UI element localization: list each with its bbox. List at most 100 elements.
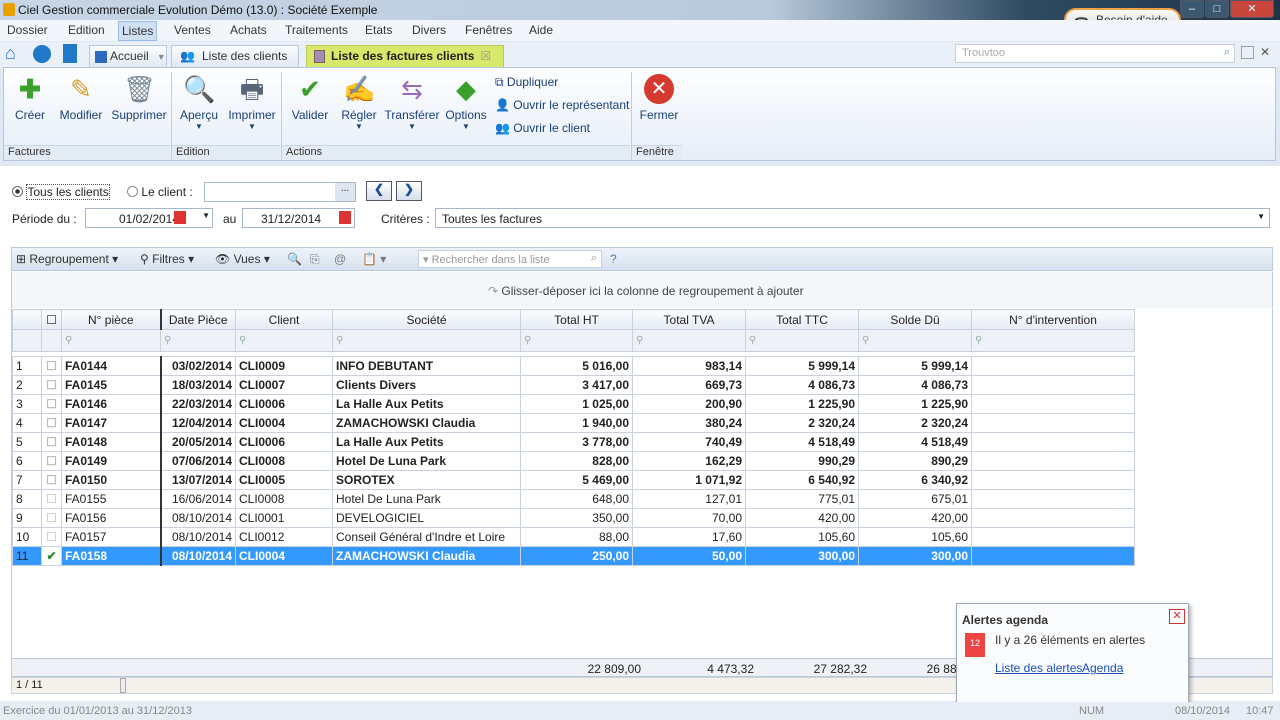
col-solde[interactable]: Solde Dû — [859, 310, 972, 330]
menu-ventes[interactable]: Ventes — [171, 23, 214, 37]
menu-traitements[interactable]: Traitements — [282, 23, 351, 37]
group-drop-area[interactable]: ↷ Glisser-déposer ici la colonne de regr… — [11, 272, 1273, 308]
filter-icon[interactable]: ⚲ — [746, 330, 859, 352]
client-field[interactable]: ... — [204, 182, 356, 202]
scrollbar-thumb[interactable] — [120, 678, 126, 693]
email-icon[interactable]: @ — [334, 252, 346, 266]
filter-icon[interactable]: ⚲ — [161, 330, 236, 352]
menu-listes[interactable]: Listes — [118, 21, 157, 41]
row-checkbox[interactable]: ☐ — [42, 452, 62, 471]
calendar-icon[interactable] — [339, 211, 351, 224]
open-client-button[interactable]: 👥 Ouvrir le client — [495, 121, 590, 135]
chevron-down-icon[interactable]: ▼ — [157, 52, 166, 62]
all-clients-radio[interactable]: Tous les clients — [12, 185, 110, 199]
row-checkbox[interactable]: ☐ — [42, 509, 62, 528]
minimize-button[interactable]: – — [1180, 0, 1204, 18]
home-icon[interactable]: ⌂ — [5, 43, 16, 64]
row-checkbox[interactable]: ☐ — [42, 376, 62, 395]
close-tab-icon[interactable]: ☒ — [480, 49, 491, 63]
close-alert-icon[interactable]: ✕ — [1169, 609, 1185, 624]
modify-button[interactable]: ✎Modifier — [56, 74, 106, 122]
row-checkbox[interactable]: ☐ — [42, 414, 62, 433]
options-button[interactable]: ◆Options▼ — [444, 74, 488, 131]
preview-icon[interactable]: 🔍 — [287, 252, 302, 266]
close-button[interactable]: ✕Fermer — [636, 74, 682, 122]
menu-etats[interactable]: Etats — [362, 23, 395, 37]
table-row[interactable]: 7☐FA015013/07/2014CLI0005SOROTEX5 469,00… — [13, 471, 1135, 490]
row-checkbox[interactable]: ☐ — [42, 490, 62, 509]
search-icon[interactable]: ⌕ — [591, 252, 597, 265]
date-to-field[interactable]: 31/12/2014 — [242, 208, 355, 228]
row-checkbox[interactable]: ☐ — [42, 357, 62, 376]
create-button[interactable]: ✚Créer — [10, 74, 50, 122]
validate-button[interactable]: ✔Valider — [288, 74, 332, 122]
previous-client-button[interactable]: ❮ — [366, 181, 392, 201]
print-button[interactable]: 🖶Imprimer▼ — [225, 74, 279, 131]
filter-icon[interactable]: ⚲ — [972, 330, 1135, 352]
close-window-button[interactable]: ✕ — [1230, 0, 1274, 18]
table-row[interactable]: 1☐FA014403/02/2014CLI0009INFO DEBUTANT5 … — [13, 357, 1135, 376]
settle-button[interactable]: ✍Régler▼ — [337, 74, 381, 131]
col-total-ttc[interactable]: Total TTC — [746, 310, 859, 330]
search-icon[interactable]: ⌕ — [1224, 46, 1230, 59]
restore-icon[interactable] — [1241, 46, 1254, 59]
help-link[interactable]: ? — [610, 252, 617, 266]
table-row[interactable]: 6☐FA014907/06/2014CLI0008Hotel De Luna P… — [13, 452, 1135, 471]
delete-button[interactable]: 🗑Supprimer — [109, 74, 169, 122]
filter-icon[interactable]: ⚲ — [521, 330, 633, 352]
menu-edition[interactable]: Edition — [65, 23, 108, 37]
filter-icon[interactable]: ⚲ — [236, 330, 333, 352]
open-representative-button[interactable]: 👤 Ouvrir le représentant — [495, 98, 629, 112]
views-button[interactable]: 👁 Vues ▾ — [215, 252, 270, 266]
menu-achats[interactable]: Achats — [227, 23, 270, 37]
grouping-button[interactable]: ⊞ Regroupement ▾ — [16, 252, 118, 266]
chart-pie-icon[interactable] — [33, 45, 51, 63]
next-client-button[interactable]: ❯ — [396, 181, 422, 201]
maximize-button[interactable]: □ — [1205, 0, 1229, 18]
col-total-ht[interactable]: Total HT — [521, 310, 633, 330]
table-row[interactable]: 5☐FA014820/05/2014CLI0006La Halle Aux Pe… — [13, 433, 1135, 452]
browse-button[interactable]: ... — [335, 183, 355, 201]
row-checkbox[interactable]: ☐ — [42, 433, 62, 452]
search-input[interactable]: Trouvtoo⌕ — [955, 44, 1235, 63]
filter-icon[interactable]: ⚲ — [633, 330, 746, 352]
col-piece[interactable]: N° pièce — [62, 310, 161, 330]
chevron-down-icon[interactable]: ▼ — [202, 211, 210, 220]
alerts-list-link[interactable]: Liste des alertes — [995, 661, 1082, 675]
col-total-tva[interactable]: Total TVA — [633, 310, 746, 330]
menu-fenetres[interactable]: Fenêtres — [462, 23, 515, 37]
row-checkbox[interactable]: ✔ — [42, 547, 62, 566]
tab-invoices[interactable]: Liste des factures clients☒ — [306, 45, 504, 67]
col-check[interactable]: ☐ — [42, 310, 62, 330]
agenda-link[interactable]: Agenda — [1082, 661, 1123, 675]
calendar-icon[interactable] — [174, 211, 186, 224]
table-row[interactable]: 3☐FA014622/03/2014CLI0006La Halle Aux Pe… — [13, 395, 1135, 414]
col-intervention[interactable]: N° d'intervention — [972, 310, 1135, 330]
filters-button[interactable]: ⚲ Filtres ▾ — [140, 252, 194, 266]
table-row[interactable]: 10☐FA015708/10/2014CLI0012Conseil Généra… — [13, 528, 1135, 547]
export-icon[interactable]: ⎘ — [310, 252, 320, 267]
tab-clients[interactable]: 👥Liste des clients — [171, 45, 299, 67]
filter-icon[interactable]: ⚲ — [62, 330, 161, 352]
col-date[interactable]: Date Pièce — [161, 310, 236, 330]
filter-icon[interactable]: ⚲ — [333, 330, 521, 352]
list-search-input[interactable]: ▾ Rechercher dans la liste⌕ — [418, 250, 602, 268]
date-from-field[interactable]: 01/02/2014▼ — [85, 208, 213, 228]
row-checkbox[interactable]: ☐ — [42, 395, 62, 414]
close-doc-icon[interactable]: ✕ — [1260, 45, 1270, 59]
menu-dossier[interactable]: Dossier — [4, 23, 51, 37]
clipboard-icon[interactable]: 📋 ▾ — [362, 252, 386, 266]
row-checkbox[interactable]: ☐ — [42, 528, 62, 547]
col-societe[interactable]: Société — [333, 310, 521, 330]
table-row[interactable]: 4☐FA014712/04/2014CLI0004ZAMACHOWSKI Cla… — [13, 414, 1135, 433]
table-row[interactable]: 2☐FA014518/03/2014CLI0007Clients Divers3… — [13, 376, 1135, 395]
preview-button[interactable]: 🔍Aperçu▼ — [177, 74, 221, 131]
menu-divers[interactable]: Divers — [409, 23, 449, 37]
menu-aide[interactable]: Aide — [526, 23, 556, 37]
filter-icon[interactable]: ⚲ — [859, 330, 972, 352]
duplicate-button[interactable]: ⧉ Dupliquer — [495, 75, 558, 90]
client-radio[interactable]: Le client : — [127, 185, 193, 199]
row-checkbox[interactable]: ☐ — [42, 471, 62, 490]
criteria-select[interactable]: Toutes les factures▼ — [435, 208, 1270, 228]
col-client[interactable]: Client — [236, 310, 333, 330]
